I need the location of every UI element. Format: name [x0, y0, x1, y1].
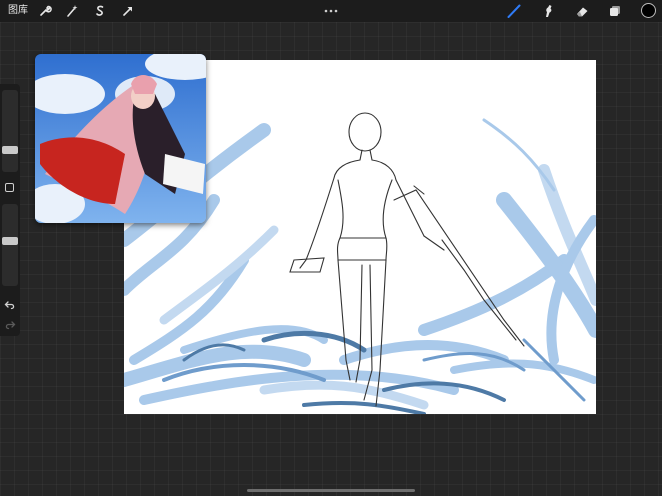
brush-icon[interactable] [506, 3, 522, 19]
transform-arrow-icon[interactable] [120, 3, 136, 19]
gallery-button[interactable]: 图库 [8, 4, 28, 18]
brush-size-slider[interactable] [2, 90, 18, 172]
left-sidebar [0, 84, 20, 336]
reference-image [35, 54, 206, 223]
brush-size-handle[interactable] [2, 145, 18, 154]
top-toolbar: 图库 [0, 0, 662, 22]
magic-wand-icon[interactable] [64, 3, 80, 19]
wrench-icon[interactable] [37, 3, 53, 19]
modify-button[interactable] [5, 183, 14, 192]
home-indicator [247, 489, 415, 492]
color-picker-swatch[interactable] [641, 3, 656, 18]
reference-image-window[interactable] [35, 54, 206, 223]
selection-icon[interactable] [92, 3, 108, 19]
opacity-handle[interactable] [2, 237, 18, 246]
smudge-icon[interactable] [540, 3, 556, 19]
eraser-icon[interactable] [574, 3, 590, 19]
layers-icon[interactable] [607, 3, 623, 19]
more-options-icon[interactable] [322, 1, 340, 13]
undo-icon[interactable] [4, 296, 16, 310]
redo-icon[interactable] [4, 316, 16, 330]
